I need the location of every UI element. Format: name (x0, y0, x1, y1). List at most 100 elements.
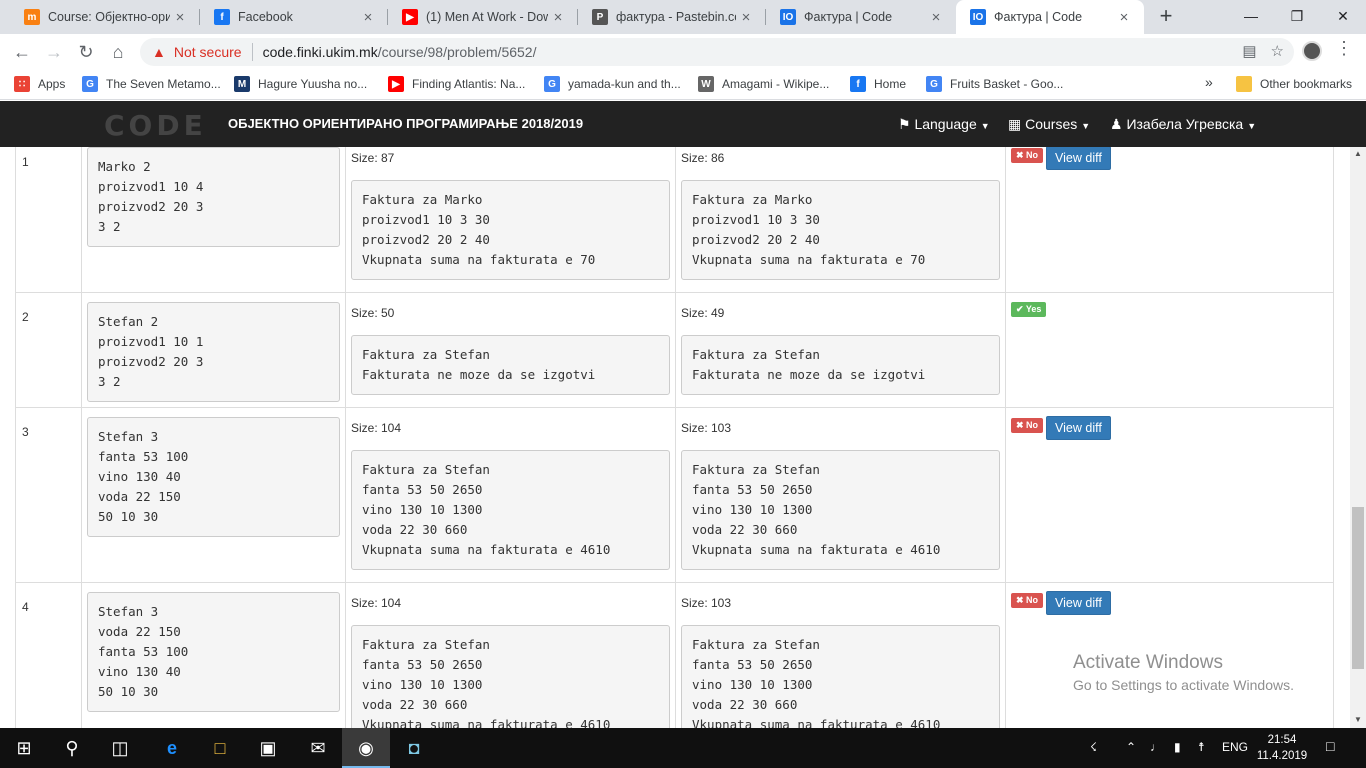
bookmark-item[interactable]: G The Seven Metamo... (82, 76, 221, 92)
maximize-button[interactable]: ❐ (1274, 0, 1320, 34)
actual-output: Faktura za Stefan fanta 53 50 2650 vino … (681, 625, 1000, 728)
fail-badge: ✖ No (1011, 148, 1044, 163)
test-case-row: 2 Stefan 2 proizvod1 10 1 proizvod2 20 3 … (15, 292, 1334, 408)
chevron-down-icon: ▼ (1247, 121, 1257, 131)
new-tab-button[interactable]: + (1154, 5, 1178, 29)
scroll-down-icon[interactable]: ▼ (1354, 715, 1362, 724)
bookmark-star-icon[interactable]: ☆ (1271, 42, 1284, 60)
address-bar[interactable]: ▲ Not secure code.finki.ukim.mk/course/9… (140, 38, 1294, 66)
user-dropdown[interactable]: ♟ Изабела Угревска ▼ (1110, 116, 1256, 133)
bookmark-label: Fruits Basket - Goo... (950, 77, 1064, 91)
browser-menu-icon[interactable]: ⋮ (1335, 38, 1353, 59)
bookmark-item[interactable]: ∷ Apps (14, 76, 65, 92)
site-navbar: CODE ОБЈЕКТНО ОРИЕНТИРАНО ПРОГРАМИРАЊЕ 2… (0, 101, 1366, 147)
tab-strip: m Course: Објектно-орие × f Facebook × ▶ (1) Me… (0, 0, 1366, 34)
view-diff-button[interactable]: View diff (1046, 591, 1111, 615)
close-tab-icon[interactable]: × (170, 9, 190, 26)
tab-title: Фактура | Code (994, 10, 1083, 24)
people-icon[interactable]: ☇ (1090, 740, 1097, 754)
tab-title: Course: Објектно-орие (48, 10, 170, 24)
test-number: 4 (15, 582, 82, 728)
expected-output: Faktura za Stefan fanta 53 50 2650 vino … (351, 625, 670, 728)
close-window-button[interactable]: ✕ (1320, 0, 1366, 34)
browser-tab[interactable]: f Facebook × (200, 0, 388, 34)
close-tab-icon[interactable]: × (358, 9, 378, 26)
expected-output: Faktura za Stefan Fakturata ne moze da s… (351, 335, 670, 395)
minimize-button[interactable]: — (1228, 0, 1274, 34)
profile-avatar[interactable] (1302, 41, 1322, 61)
back-icon[interactable]: ← (8, 38, 36, 66)
bookmark-item[interactable]: f Home (850, 76, 906, 92)
browser-tab[interactable]: Pфактура - Pastebin.com× (578, 0, 766, 34)
browser-tab[interactable]: IO Фактура | Code × (766, 0, 956, 34)
view-diff-button[interactable]: View diff (1046, 147, 1111, 170)
test-input: Marko 2 proizvod1 10 4 proizvod2 20 3 3 … (87, 147, 340, 247)
not-secure-label[interactable]: Not secure (174, 44, 242, 60)
expected-size: Size: 87 (351, 151, 395, 165)
pass-badge: ✔ Yes (1011, 302, 1047, 317)
bookmark-item[interactable]: M Hagure Yuusha no... (234, 76, 367, 92)
browser-tab[interactable]: m Course: Објектно-орие × (10, 0, 200, 34)
code-icon: IO (970, 9, 986, 25)
search-icon[interactable]: ⚲ (48, 728, 96, 768)
windows-start-icon[interactable]: ⊞ (0, 728, 48, 768)
course-title[interactable]: ОБЈЕКТНО ОРИЕНТИРАНО ПРОГРАМИРАЊЕ 2018/2… (228, 116, 583, 131)
site-logo[interactable]: CODE (104, 109, 207, 142)
test-number: 1 (15, 147, 82, 293)
close-tab-icon[interactable]: × (548, 9, 568, 26)
browser-tab[interactable]: ▶ (1) Men At Work - Dow × (388, 0, 578, 34)
close-tab-icon[interactable]: × (1114, 9, 1134, 26)
courses-dropdown[interactable]: ▦ Courses ▼ (1008, 116, 1090, 133)
other-bookmarks-folder[interactable]: Other bookmarks (1236, 76, 1352, 92)
warning-icon: ▲ (152, 44, 166, 60)
bookmark-item[interactable]: W Amagami - Wikipe... (698, 76, 829, 92)
language-indicator[interactable]: ENG (1222, 740, 1248, 754)
bookmark-item[interactable]: ▶ Finding Atlantis: Na... (388, 76, 525, 92)
chevron-down-icon: ▼ (980, 121, 990, 131)
volume-muted-icon[interactable]: ♩ (1150, 740, 1162, 754)
app-icon[interactable]: ◘ (390, 728, 438, 768)
language-dropdown[interactable]: ⚑ Language ▼ (898, 116, 990, 133)
code-icon: IO (780, 9, 796, 25)
manga-site-icon: M (234, 76, 250, 92)
scrollbar-thumb[interactable] (1352, 507, 1364, 669)
page-scrollbar[interactable]: ▲ ▼ (1350, 147, 1366, 728)
bookmark-item[interactable]: Gyamada-kun and th... (544, 76, 681, 92)
tab-title: Facebook (238, 10, 293, 24)
url-text[interactable]: code.finki.ukim.mk/course/98/problem/565… (263, 44, 537, 60)
edge-icon[interactable]: e (148, 728, 196, 768)
clock[interactable]: 21:54 11.4.2019 (1254, 732, 1310, 764)
browser-tab[interactable]: IO Фактура | Code × (956, 0, 1144, 34)
facebook-icon: f (850, 76, 866, 92)
translate-icon[interactable]: ▤ (1242, 42, 1256, 60)
url-host: code.finki.ukim.mk (262, 44, 378, 60)
reload-icon[interactable]: ↻ (72, 38, 100, 66)
home-icon[interactable]: ⌂ (104, 38, 132, 66)
view-diff-button[interactable]: View diff (1046, 416, 1111, 440)
bookmark-item[interactable]: G Fruits Basket - Goo... (926, 76, 1063, 92)
notifications-icon[interactable]: □ (1326, 738, 1334, 754)
expected-output-cell: Size: 50 Faktura za Stefan Fakturata ne m… (345, 292, 676, 408)
more-bookmarks-button[interactable]: » (1205, 74, 1213, 90)
task-view-icon[interactable]: ◫ (96, 728, 144, 768)
file-explorer-icon[interactable]: □ (196, 728, 244, 768)
url-path: /course/98/problem/5652/ (377, 44, 537, 60)
bookmark-label: yamada-kun and th... (568, 77, 681, 91)
mail-icon[interactable]: ✉ (294, 728, 342, 768)
test-number: 2 (15, 292, 82, 408)
pastebin-icon: P (592, 9, 608, 25)
wifi-icon[interactable]: ☨ (1198, 740, 1205, 754)
scroll-up-icon[interactable]: ▲ (1354, 149, 1362, 158)
tab-title: фактура - Pastebin.com (616, 10, 736, 24)
store-icon[interactable]: ▣ (244, 728, 292, 768)
close-tab-icon[interactable]: × (926, 9, 946, 26)
close-tab-icon[interactable]: × (736, 9, 756, 26)
battery-icon[interactable]: ▮ (1174, 740, 1181, 754)
bookmark-label: Amagami - Wikipe... (722, 77, 830, 91)
actual-output: Faktura za Stefan Fakturata ne moze da s… (681, 335, 1000, 395)
chevron-up-icon[interactable]: ⌃ (1126, 740, 1136, 754)
forward-icon[interactable]: → (40, 38, 68, 66)
google-icon: G (926, 76, 942, 92)
expected-output: Faktura za Marko proizvod1 10 3 30 proiz… (351, 180, 670, 280)
chrome-icon[interactable]: ◉ (342, 728, 390, 768)
